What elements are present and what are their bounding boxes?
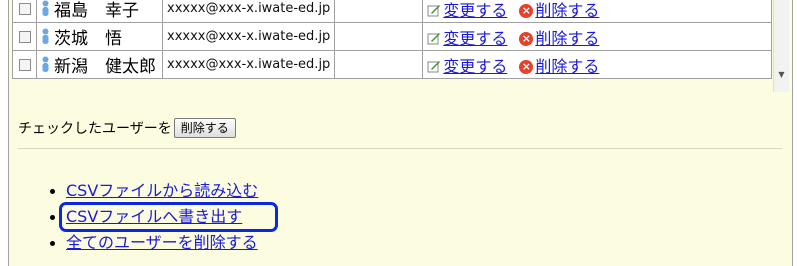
delete-user-link[interactable]: 削除する — [535, 1, 599, 20]
pencil-icon — [427, 58, 441, 77]
edit-user-link[interactable]: 変更する — [443, 29, 507, 48]
delete-icon: × — [519, 32, 534, 46]
bullet-icon — [50, 241, 55, 246]
row-select-cell — [12, 0, 37, 23]
pencil-icon — [427, 30, 441, 49]
bullet-icon — [50, 215, 55, 220]
scroll-down-arrow-icon[interactable]: ▼ — [776, 69, 787, 80]
file-actions-list: CSVファイルから読み込む CSVファイルへ書き出す 全てのユーザーを削除する — [50, 178, 278, 256]
row-select-cell — [12, 50, 37, 79]
delete-user-link[interactable]: 削除する — [535, 57, 599, 76]
edit-user-link[interactable]: 変更する — [443, 1, 507, 20]
bulk-delete-prefix: チェックしたユーザーを — [18, 121, 172, 137]
table-row: 新潟 健太郎 xxxxx@xxx-x.iwate-ed.jp 変更する × 削除する — [12, 50, 772, 79]
delete-icon: × — [519, 60, 534, 74]
user-name-cell: 新潟 健太郎 — [36, 50, 163, 79]
action-cell: 変更する × 削除する — [422, 22, 772, 51]
user-table: 福島 幸子 xxxxx@xxx-x.iwate-ed.jp 変更する × 削除する … — [12, 0, 772, 79]
vertical-scrollbar[interactable]: ▼ — [773, 0, 789, 92]
bulk-delete-button[interactable]: 削除する — [173, 118, 236, 138]
user-name-cell: 福島 幸子 — [36, 0, 163, 23]
empty-cell — [334, 0, 424, 23]
person-icon — [41, 0, 50, 21]
divider — [18, 148, 782, 149]
row-select-checkbox[interactable] — [18, 2, 31, 15]
list-item: CSVファイルへ書き出す — [50, 202, 278, 232]
delete-user-link[interactable]: 削除する — [535, 29, 599, 48]
action-cell: 変更する × 削除する — [422, 50, 772, 79]
user-name: 福島 幸子 — [54, 0, 139, 21]
delete-icon: × — [519, 4, 534, 18]
list-item: CSVファイルから読み込む — [50, 178, 258, 204]
person-icon — [41, 28, 50, 49]
edit-user-link[interactable]: 変更する — [443, 57, 507, 76]
user-email: xxxxx@xxx-x.iwate-ed.jp — [161, 50, 336, 79]
row-select-checkbox[interactable] — [18, 58, 31, 71]
user-list-scroll-area[interactable]: 福島 幸子 xxxxx@xxx-x.iwate-ed.jp 変更する × 削除する … — [8, 0, 793, 92]
delete-all-users-link[interactable]: 全てのユーザーを削除する — [66, 233, 258, 252]
user-name: 新潟 健太郎 — [54, 56, 156, 77]
row-select-cell — [12, 22, 37, 51]
table-row: 茨城 悟 xxxxx@xxx-x.iwate-ed.jp 変更する × 削除する — [12, 22, 772, 51]
user-name-cell: 茨城 悟 — [36, 22, 163, 51]
highlight-box — [59, 202, 278, 232]
user-name: 茨城 悟 — [54, 28, 122, 49]
table-row: 福島 幸子 xxxxx@xxx-x.iwate-ed.jp 変更する × 削除する — [12, 0, 772, 23]
person-icon — [41, 56, 50, 77]
user-email: xxxxx@xxx-x.iwate-ed.jp — [161, 0, 336, 23]
empty-cell — [334, 22, 424, 51]
bullet-icon — [50, 189, 55, 194]
user-email: xxxxx@xxx-x.iwate-ed.jp — [161, 22, 336, 51]
pencil-icon — [427, 2, 441, 21]
csv-import-link[interactable]: CSVファイルから読み込む — [66, 181, 258, 200]
action-cell: 変更する × 削除する — [422, 0, 772, 23]
bulk-delete-row: チェックしたユーザーを 削除する — [18, 118, 236, 138]
row-select-checkbox[interactable] — [18, 30, 31, 43]
empty-cell — [334, 50, 424, 79]
list-item: 全てのユーザーを削除する — [50, 230, 258, 256]
